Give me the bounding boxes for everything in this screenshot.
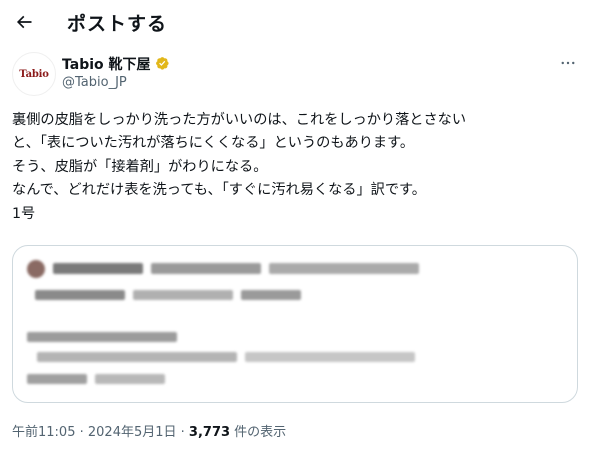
more-options-button[interactable] [556, 54, 580, 72]
quoted-header-blurred [53, 263, 143, 274]
tweet-line: 裏側の皮脂をしっかり洗った方がいいのは、これをしっかり落とさない [12, 112, 467, 128]
page-title: ポストする [67, 13, 168, 35]
top-bar: ポストする [0, 0, 590, 46]
avatar[interactable]: Tabio [12, 52, 56, 96]
tweet-body: 裏側の皮脂をしっかり洗った方がいいのは、これをしっかり落とさない と、「表につい… [12, 109, 582, 226]
author-name-row[interactable]: Tabio 靴下屋 [62, 54, 171, 74]
more-horizontal-icon [561, 61, 575, 65]
quoted-avatar-blurred [27, 260, 45, 278]
verified-badge-icon [155, 57, 169, 70]
quoted-header-blurred [151, 263, 261, 274]
quoted-header-blurred [269, 263, 419, 274]
arrow-left-icon [16, 15, 32, 29]
post-metadata: 午前11:05 · 2024年5月1日 · 3,773 件の表示 [12, 421, 286, 440]
quoted-text-blurred [241, 290, 301, 300]
back-button[interactable] [10, 8, 38, 36]
quoted-text-blurred [133, 290, 233, 300]
tweet-line: そう、皮脂が「接着剤」がわりになる。 [12, 158, 268, 175]
author-handle[interactable]: @Tabio_JP [62, 75, 127, 90]
meta-separator: · [75, 425, 88, 440]
author-display-name[interactable]: Tabio 靴下屋 [62, 54, 151, 74]
tweet-line: なんで、どれだけ表を洗っても、「すぐに汚れ易くなる」訳です。 [12, 182, 426, 199]
view-count[interactable]: 3,773 [189, 425, 230, 440]
quoted-text-blurred [27, 332, 177, 342]
quoted-text-blurred [27, 374, 87, 384]
post-time[interactable]: 午前11:05 [12, 425, 75, 440]
view-count-label: 件の表示 [230, 425, 287, 440]
tweet-line: と、「表についた汚れが落ちにくくなる」というのもあります。 [12, 135, 415, 152]
quoted-text-blurred [95, 374, 165, 384]
post-date[interactable]: 2024年5月1日 [88, 425, 177, 440]
tweet-line: 1号 [12, 205, 36, 222]
quoted-text-blurred [37, 352, 237, 362]
quoted-post-card[interactable] [12, 245, 578, 403]
quoted-text-blurred [35, 290, 125, 300]
avatar-logo-text: Tabio [19, 68, 49, 80]
quoted-text-blurred [245, 352, 415, 362]
meta-separator: · [176, 425, 189, 440]
